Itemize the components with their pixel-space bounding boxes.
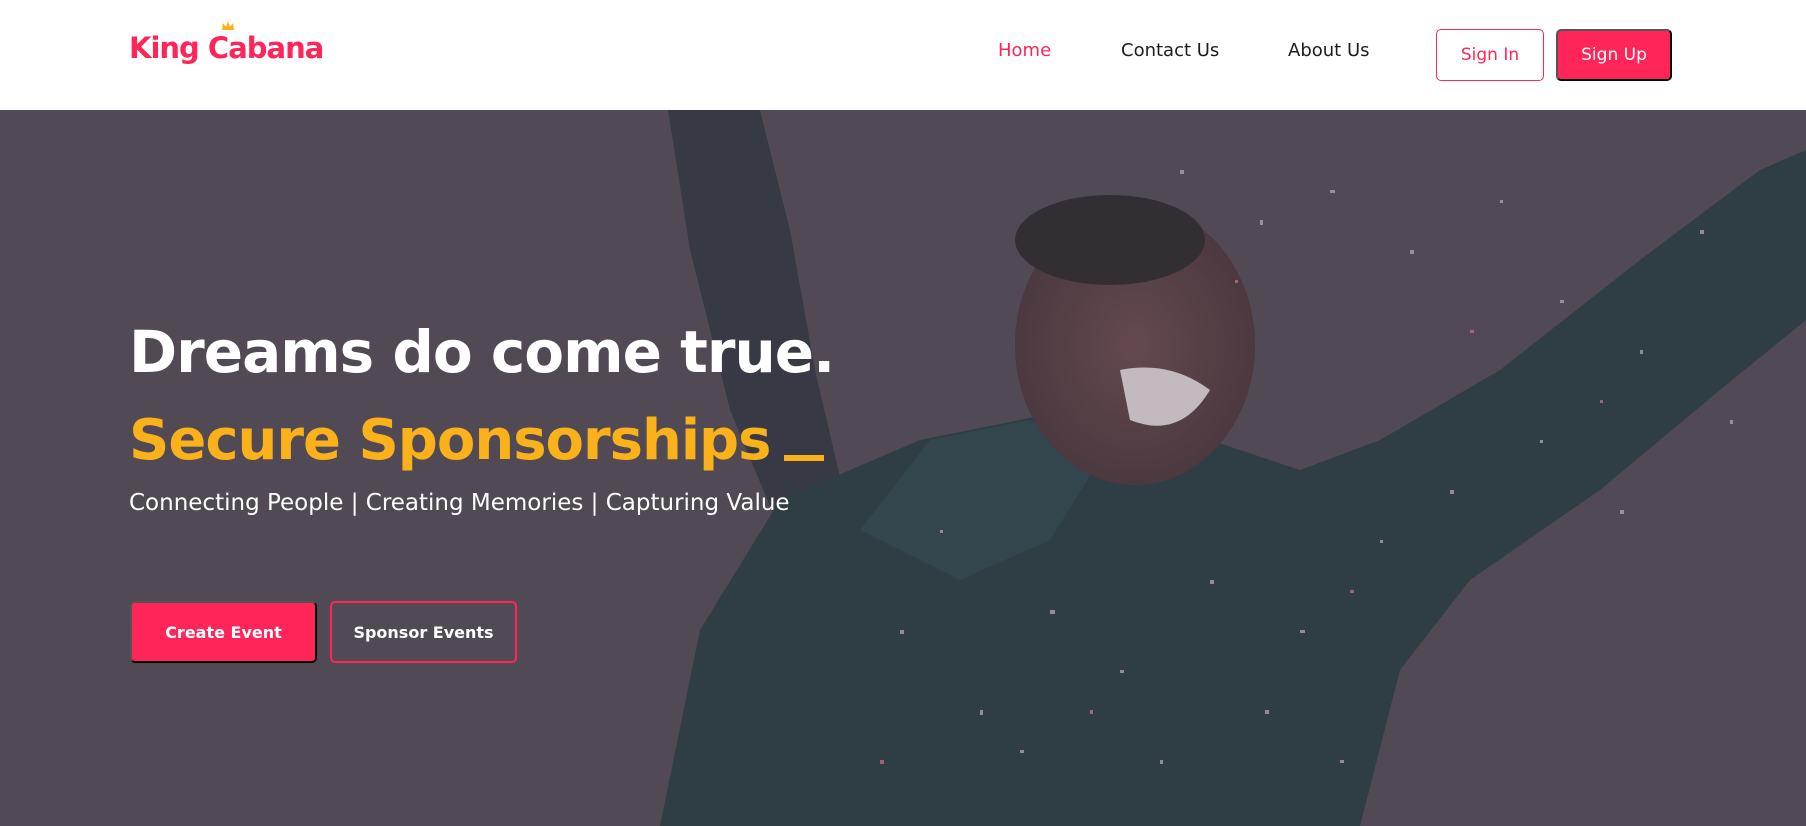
sponsor-events-button[interactable]: Sponsor Events: [330, 601, 517, 663]
nav-home-link[interactable]: Home: [998, 40, 1051, 61]
brand-name: King Cabana: [129, 31, 324, 65]
hero-title: Dreams do come true.: [129, 318, 835, 386]
create-event-button[interactable]: Create Event: [130, 601, 317, 663]
hero-section: Dreams do come true. Secure Sponsorships…: [0, 110, 1806, 826]
sign-in-button[interactable]: Sign In: [1436, 29, 1544, 81]
site-header: King Cabana Home Contact Us About Us Sig…: [0, 0, 1806, 110]
sign-up-button[interactable]: Sign Up: [1556, 29, 1672, 81]
nav-contact-link[interactable]: Contact Us: [1121, 40, 1219, 61]
hero-tagline: Connecting People | Creating Memories | …: [129, 490, 790, 516]
hero-subtitle: Secure Sponsorships: [129, 408, 825, 473]
nav-about-link[interactable]: About Us: [1288, 40, 1370, 61]
brand-logo[interactable]: King Cabana: [129, 21, 324, 72]
typing-cursor-icon: [784, 455, 825, 461]
landing-page: King Cabana Home Contact Us About Us Sig…: [0, 0, 1806, 826]
hero-subtitle-text: Secure Sponsorships: [129, 408, 771, 473]
crown-icon: [222, 21, 234, 30]
